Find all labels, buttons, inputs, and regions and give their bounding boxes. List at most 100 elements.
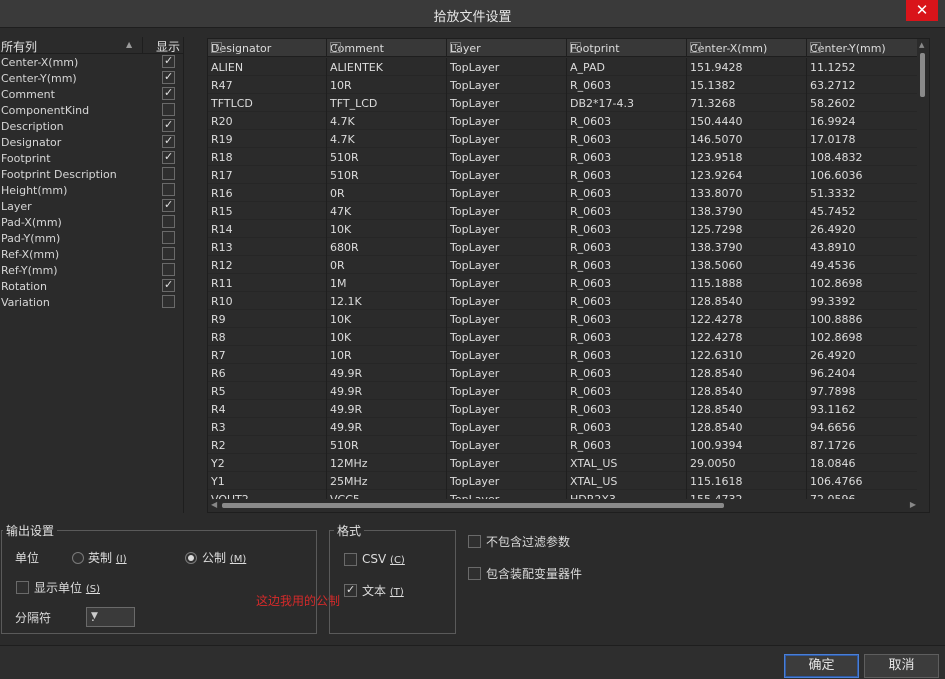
ok-button[interactable]: 确定	[784, 654, 859, 678]
metric-option[interactable]: 公制 (M)	[202, 549, 246, 566]
table-row[interactable]: ALIEN ALIENTEK TopLayer A_PAD 151.9428 11.125…	[208, 58, 918, 76]
column-show-checkbox[interactable]	[162, 167, 175, 180]
column-show-checkbox[interactable]	[162, 70, 175, 84]
include-variant-label[interactable]: 包含装配变量器件	[486, 565, 582, 582]
table-row[interactable]: R8 10K TopLayer R_0603 122.4278 102.8698	[208, 328, 918, 346]
column-show-checkbox[interactable]	[162, 231, 175, 244]
column-show-checkbox[interactable]	[162, 247, 175, 260]
column-show-checkbox[interactable]	[162, 118, 175, 132]
table-row[interactable]: R2 510R TopLayer R_0603 100.9394 87.1726	[208, 436, 918, 454]
table-row[interactable]: R7 10R TopLayer R_0603 122.6310 26.4920	[208, 346, 918, 364]
table-row[interactable]: R18 510R TopLayer R_0603 123.9518 108.4832	[208, 148, 918, 166]
column-show-checkbox[interactable]	[162, 215, 175, 228]
column-header[interactable]: Layer T	[447, 39, 567, 57]
metric-radio[interactable]	[185, 552, 197, 564]
table-row[interactable]: Y1 25MHz TopLayer XTAL_US 115.1618 106.4766	[208, 472, 918, 490]
show-units-checkbox[interactable]	[16, 581, 29, 594]
horizontal-scrollbar[interactable]: ◀ ▶	[208, 499, 929, 512]
include-variant-checkbox[interactable]	[468, 567, 481, 580]
column-show-checkbox[interactable]	[162, 198, 175, 212]
column-item[interactable]: Pad-X(mm)	[0, 214, 183, 230]
text-checkbox[interactable]	[344, 583, 357, 597]
all-columns-header[interactable]: 所有列	[1, 38, 37, 55]
table-row[interactable]: R9 10K TopLayer R_0603 122.4278 100.8886	[208, 310, 918, 328]
vertical-scroll-thumb[interactable]	[920, 53, 925, 97]
column-show-checkbox[interactable]	[162, 134, 175, 148]
imperial-radio[interactable]	[72, 552, 84, 564]
table-row[interactable]: R14 10K TopLayer R_0603 125.7298 26.4920	[208, 220, 918, 238]
column-item[interactable]: Description	[0, 118, 183, 134]
scroll-right-icon[interactable]: ▶	[910, 500, 916, 509]
column-item[interactable]: Height(mm)	[0, 182, 183, 198]
column-header[interactable]: Center-X(mm) T	[687, 39, 807, 57]
column-show-checkbox[interactable]	[162, 86, 175, 100]
close-button[interactable]: ✕	[906, 0, 938, 21]
column-item[interactable]: Center-X(mm)	[0, 54, 183, 70]
table-row[interactable]: R12 0R TopLayer R_0603 138.5060 49.4536	[208, 256, 918, 274]
vertical-scrollbar[interactable]: ▲	[917, 39, 929, 500]
column-header[interactable]: Center-Y(mm) T	[807, 39, 918, 57]
show-units-option[interactable]: 显示单位 (S)	[34, 579, 100, 596]
table-cell: R9	[211, 313, 226, 326]
show-header[interactable]: 显示	[156, 38, 180, 55]
column-item[interactable]: Comment	[0, 86, 183, 102]
column-item[interactable]: Pad-Y(mm)	[0, 230, 183, 246]
exclude-filter-checkbox[interactable]	[468, 535, 481, 548]
column-show-checkbox[interactable]	[162, 263, 175, 276]
table-row[interactable]: TFTLCD TFT_LCD TopLayer DB2*17-4.3 71.3268 58…	[208, 94, 918, 112]
column-show-checkbox[interactable]	[162, 295, 175, 308]
csv-checkbox[interactable]	[344, 553, 357, 566]
horizontal-scroll-thumb[interactable]	[222, 503, 724, 508]
table-row[interactable]: R3 49.9R TopLayer R_0603 128.8540 94.6656	[208, 418, 918, 436]
table-row[interactable]: R10 12.1K TopLayer R_0603 128.8540 99.3392	[208, 292, 918, 310]
filter-icon[interactable]: T	[810, 42, 821, 53]
table-row[interactable]: R4 49.9R TopLayer R_0603 128.8540 93.1162	[208, 400, 918, 418]
column-item[interactable]: Footprint Description	[0, 166, 183, 182]
column-show-checkbox[interactable]	[162, 278, 175, 292]
table-row[interactable]: R16 0R TopLayer R_0603 133.8070 51.3332	[208, 184, 918, 202]
text-option[interactable]: 文本 (T)	[362, 582, 404, 599]
table-cell: TopLayer	[450, 79, 500, 92]
column-show-checkbox[interactable]	[162, 54, 175, 68]
column-show-checkbox[interactable]	[162, 103, 175, 116]
exclude-filter-label[interactable]: 不包含过滤参数	[486, 533, 570, 550]
column-item[interactable]: Variation	[0, 294, 183, 310]
column-item[interactable]: Layer	[0, 198, 183, 214]
column-show-checkbox[interactable]	[162, 150, 175, 164]
table-row[interactable]: Y2 12MHz TopLayer XTAL_US 29.0050 18.0846	[208, 454, 918, 472]
filter-icon[interactable]: T	[690, 42, 701, 53]
table-row[interactable]: R11 1M TopLayer R_0603 115.1888 102.8698	[208, 274, 918, 292]
column-item[interactable]: Ref-X(mm)	[0, 246, 183, 262]
table-row[interactable]: R20 4.7K TopLayer R_0603 150.4440 16.9924	[208, 112, 918, 130]
csv-option[interactable]: CSV (C)	[362, 552, 405, 566]
column-header[interactable]: Footprint T	[567, 39, 687, 57]
column-header[interactable]: Designator T	[208, 39, 327, 57]
table-row[interactable]: R6 49.9R TopLayer R_0603 128.8540 96.2404	[208, 364, 918, 382]
table-row[interactable]: R13 680R TopLayer R_0603 138.3790 43.8910	[208, 238, 918, 256]
table-row[interactable]: R19 4.7K TopLayer R_0603 146.5070 17.0178	[208, 130, 918, 148]
filter-icon[interactable]: T	[211, 42, 222, 53]
column-item[interactable]: Ref-Y(mm)	[0, 262, 183, 278]
table-row[interactable]: R5 49.9R TopLayer R_0603 128.8540 97.7898	[208, 382, 918, 400]
sort-up-icon[interactable]: ▲	[126, 40, 132, 49]
filter-icon[interactable]: T	[330, 42, 341, 53]
column-header[interactable]: Comment T	[327, 39, 447, 57]
table-row[interactable]: R15 47K TopLayer R_0603 138.3790 45.7452	[208, 202, 918, 220]
column-show-checkbox[interactable]	[162, 183, 175, 196]
scroll-left-icon[interactable]: ◀	[211, 500, 217, 509]
cell-divider	[806, 472, 807, 490]
table-row[interactable]: R17 510R TopLayer R_0603 123.9264 106.6036	[208, 166, 918, 184]
column-item[interactable]: Footprint	[0, 150, 183, 166]
column-item[interactable]: ComponentKind	[0, 102, 183, 118]
filter-icon[interactable]: T	[570, 42, 581, 53]
column-item[interactable]: Designator	[0, 134, 183, 150]
separator-select[interactable]: . ▼	[86, 607, 135, 627]
cancel-button[interactable]: 取消	[864, 654, 939, 678]
filter-icon[interactable]: T	[450, 42, 461, 53]
table-cell: 123.9518	[690, 151, 743, 164]
column-item[interactable]: Rotation	[0, 278, 183, 294]
scroll-up-icon[interactable]: ▲	[919, 41, 924, 49]
table-row[interactable]: R47 10R TopLayer R_0603 15.1382 63.2712	[208, 76, 918, 94]
imperial-option[interactable]: 英制 (I)	[88, 549, 127, 566]
column-item[interactable]: Center-Y(mm)	[0, 70, 183, 86]
